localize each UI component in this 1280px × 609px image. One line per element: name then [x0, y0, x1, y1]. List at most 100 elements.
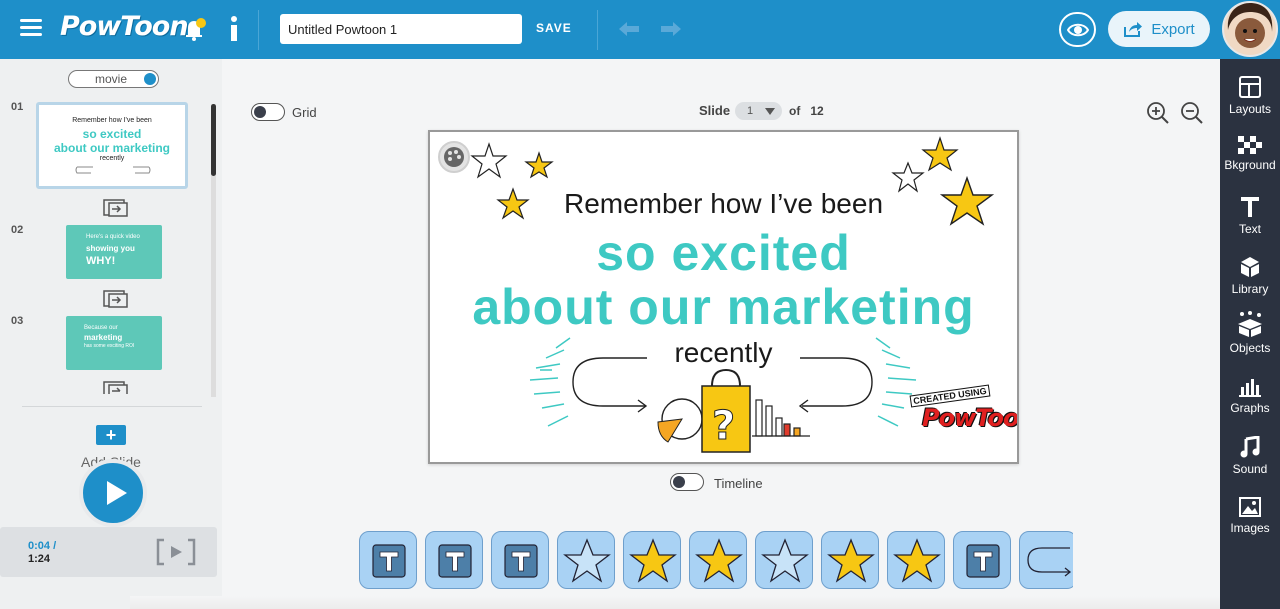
powtoon-title-input[interactable] [280, 14, 522, 44]
star-filled-icon [695, 538, 743, 583]
sidebar-item-objects[interactable]: Objects [1220, 311, 1280, 367]
transition-icon[interactable] [103, 290, 129, 308]
toggle-knob [673, 476, 685, 488]
slide-thumbnail-3[interactable]: Because our marketing has some exciting … [66, 316, 162, 370]
svg-text:?: ? [712, 403, 735, 449]
question-bag-illustration: ? [701, 368, 751, 453]
grid-label: Grid [292, 105, 317, 120]
sidebar-item-label: Sound [1232, 462, 1268, 476]
strip-item-arrow[interactable] [1019, 531, 1073, 589]
share-icon [1124, 22, 1143, 37]
slide-headline-line2[interactable]: so excited [430, 224, 1017, 282]
strip-item-text[interactable] [359, 531, 417, 589]
notifications-bell-icon[interactable] [184, 17, 206, 41]
strip-item-star[interactable] [755, 531, 813, 589]
sidebar-item-graphs[interactable]: Graphs [1220, 377, 1280, 433]
slide-headline-line1[interactable]: Remember how I’ve been [430, 188, 1017, 220]
strip-item-star[interactable] [623, 531, 681, 589]
slide-number-select[interactable]: 1 [735, 102, 782, 120]
slide-of-total: of 12 [789, 104, 824, 118]
thumb-text: WHY! [86, 255, 116, 267]
text-icon [504, 544, 538, 578]
current-time: 0:04 / [28, 540, 57, 552]
pie-chart-illustration [657, 398, 703, 443]
right-toolbar: Layouts Bkground Text Library Objects Gr… [1220, 59, 1280, 609]
slide-of-label: of [789, 104, 801, 118]
preview-button[interactable] [1059, 12, 1096, 47]
library-icon [1241, 257, 1259, 277]
layouts-icon [1239, 76, 1261, 98]
strip-item-star[interactable] [821, 531, 879, 589]
thumb-text: about our marketing [53, 141, 170, 155]
slide-number: 02 [11, 224, 24, 236]
strip-item-star[interactable] [689, 531, 747, 589]
zoom-in-icon[interactable] [1146, 101, 1170, 125]
star-outline-icon [891, 161, 925, 193]
toggle-knob [144, 73, 156, 85]
strip-item-text[interactable] [491, 531, 549, 589]
undo-icon[interactable] [618, 20, 640, 38]
toolbar-separator [258, 10, 259, 50]
powtoon-watermark: CREATED USING PowToon [909, 384, 1017, 440]
export-label: Export [1151, 20, 1195, 38]
menu-icon[interactable] [20, 19, 42, 37]
sidebar-item-library[interactable]: Library [1220, 256, 1280, 312]
thumb-text: marketing [84, 333, 123, 342]
thumb-text: recently [99, 155, 125, 162]
sidebar-item-text[interactable]: Text [1220, 196, 1280, 252]
thumb-text: Because our [84, 325, 118, 331]
slide-headline-line4[interactable]: recently [430, 337, 1017, 369]
grid-toggle[interactable] [251, 103, 285, 121]
images-icon [1239, 497, 1261, 517]
transition-icon[interactable] [103, 381, 129, 394]
zoom-out-icon[interactable] [1180, 101, 1204, 125]
user-avatar[interactable] [1220, 0, 1280, 59]
top-bar: PowToon SAVE Export [0, 0, 1220, 59]
strip-item-star[interactable] [557, 531, 615, 589]
movie-mode-toggle[interactable]: movie [68, 70, 159, 88]
export-button[interactable]: Export [1108, 11, 1210, 47]
save-button[interactable]: SAVE [536, 21, 572, 35]
sidebar-item-label: Images [1230, 521, 1270, 535]
transition-icon[interactable] [103, 199, 129, 217]
star-filled-icon [629, 538, 677, 583]
powtoon-logo[interactable]: PowToon [60, 11, 189, 42]
thumb-text: Remember how I've been [72, 117, 152, 124]
text-icon [438, 544, 472, 578]
sidebar-item-sound[interactable]: Sound [1220, 436, 1280, 492]
star-filled-icon [893, 538, 941, 583]
thumb-text: Here's a quick video [86, 234, 140, 240]
scrollbar-thumb[interactable] [211, 104, 216, 176]
sidebar-item-label: Library [1231, 282, 1269, 296]
redo-icon[interactable] [660, 20, 682, 38]
strip-item-text[interactable] [953, 531, 1011, 589]
sidebar-item-label: Layouts [1228, 102, 1272, 116]
object-strip [359, 531, 1073, 589]
slide-select-value: 1 [747, 105, 754, 117]
sidebar-item-images[interactable]: Images [1220, 497, 1280, 553]
play-button[interactable] [79, 459, 147, 527]
slide-thumbnail-2[interactable]: Here's a quick video showing you WHY! [66, 225, 162, 279]
fullscreen-preview-icon[interactable] [156, 538, 196, 566]
slides-scrollbar[interactable] [211, 104, 216, 397]
slide-thumbnail-1[interactable]: Remember how I've been so excited about … [36, 102, 188, 189]
avatar-face-icon [1222, 1, 1278, 57]
timeline-label: Timeline [714, 476, 763, 491]
slide-number: 01 [11, 101, 24, 113]
add-slide-button[interactable]: + [96, 425, 126, 445]
info-icon[interactable] [228, 14, 242, 44]
slide-canvas[interactable]: ? Remember how I’ve been so excited abou… [428, 130, 1019, 464]
timeline-toggle[interactable] [670, 473, 704, 491]
star-outline-icon [761, 538, 809, 583]
sidebar-item-label: Bkground [1224, 158, 1276, 172]
sidebar-item-layouts[interactable]: Layouts [1220, 76, 1280, 132]
eye-icon [1066, 23, 1089, 36]
strip-item-star[interactable] [887, 531, 945, 589]
text-icon [372, 544, 406, 578]
star-filled-icon [921, 136, 959, 172]
sidebar-item-background[interactable]: Bkground [1220, 136, 1280, 192]
total-time: 1:24 [28, 553, 51, 565]
text-icon [1241, 197, 1259, 217]
slide-headline-line3[interactable]: about our marketing [430, 278, 1017, 336]
strip-item-text[interactable] [425, 531, 483, 589]
